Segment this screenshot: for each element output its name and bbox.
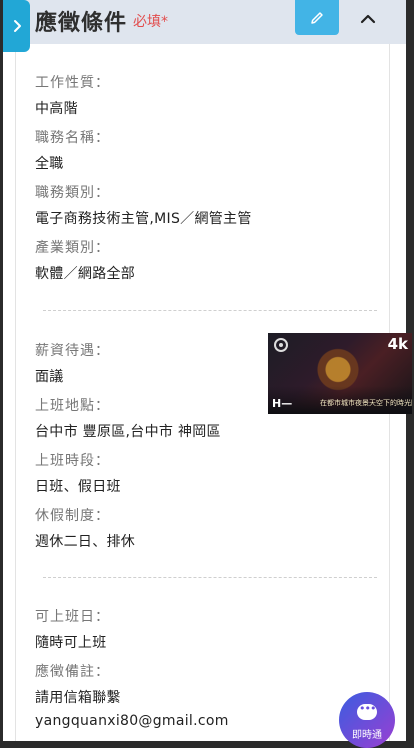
field-label: 薪資待遇： <box>35 343 110 359</box>
field-value: 日班、假日班 <box>35 479 121 495</box>
channel-logo: H— <box>272 397 293 410</box>
field-label: 應徵備註： <box>35 664 110 680</box>
field-value: 電子商務技術主管,MIS／網管主管 <box>35 211 252 227</box>
field-location: 上班地點： 台中市 豐原區,台中市 神岡區 <box>35 395 221 441</box>
field-industry: 產業類別： 軟體／網路全部 <box>35 237 135 283</box>
field-value: 請用信箱聯繫 <box>35 690 121 706</box>
field-label: 休假制度： <box>35 508 110 524</box>
field-application-note: 應徵備註： 請用信箱聯繫 yangquanxi80@gmail.com <box>35 661 229 729</box>
field-start-date: 可上班日： 隨時可上班 <box>35 606 110 652</box>
side-drawer-tab[interactable] <box>3 0 30 52</box>
live-chat-button[interactable]: 即時通 <box>339 692 395 748</box>
field-value: 軟體／網路全部 <box>35 266 136 282</box>
field-label: 職務類別： <box>35 185 110 201</box>
chevron-right-icon <box>13 20 21 32</box>
field-label: 上班地點： <box>35 398 110 414</box>
field-value: 中高階 <box>35 101 78 117</box>
pencil-icon <box>311 11 323 24</box>
required-marker: 必填* <box>133 14 168 30</box>
field-value: 面議 <box>35 369 64 385</box>
field-job-nature: 工作性質： 中高階 <box>35 72 110 118</box>
field-label: 可上班日： <box>35 609 110 625</box>
field-salary: 薪資待遇： 面議 <box>35 340 110 386</box>
field-value: 週休二日、排休 <box>35 534 136 550</box>
field-shift: 上班時段： 日班、假日班 <box>35 450 121 496</box>
field-value: 全職 <box>35 156 64 172</box>
field-label: 職務名稱： <box>35 130 110 146</box>
content-left-border <box>15 44 16 741</box>
section-header: 應徵條件 必填* <box>3 0 406 44</box>
4k-badge: 4k <box>387 335 408 353</box>
chevron-up-icon <box>360 14 376 24</box>
video-caption: 在都市城市夜景天空下的時光回憶 <box>320 399 412 407</box>
floating-video-player[interactable]: 4k H— 在都市城市夜景天空下的時光回憶 <box>268 333 412 414</box>
collapse-button[interactable] <box>353 4 383 34</box>
section-divider <box>43 577 377 578</box>
edit-button[interactable] <box>295 0 339 35</box>
field-label: 產業類別： <box>35 240 110 256</box>
field-value: 台中市 豐原區,台中市 神岡區 <box>35 424 221 440</box>
camera-icon <box>274 338 288 352</box>
section-title: 應徵條件 <box>35 11 128 36</box>
field-job-title: 職務名稱： 全職 <box>35 127 110 173</box>
field-label: 上班時段： <box>35 453 110 469</box>
field-value: 隨時可上班 <box>35 635 107 651</box>
section-divider <box>43 310 377 311</box>
chat-label: 即時通 <box>352 730 382 741</box>
field-leave: 休假制度： 週休二日、排休 <box>35 505 135 551</box>
field-label: 工作性質： <box>35 75 110 91</box>
field-job-category: 職務類別： 電子商務技術主管,MIS／網管主管 <box>35 182 252 228</box>
contact-email[interactable]: yangquanxi80@gmail.com <box>35 713 229 729</box>
chat-icon <box>357 702 377 720</box>
